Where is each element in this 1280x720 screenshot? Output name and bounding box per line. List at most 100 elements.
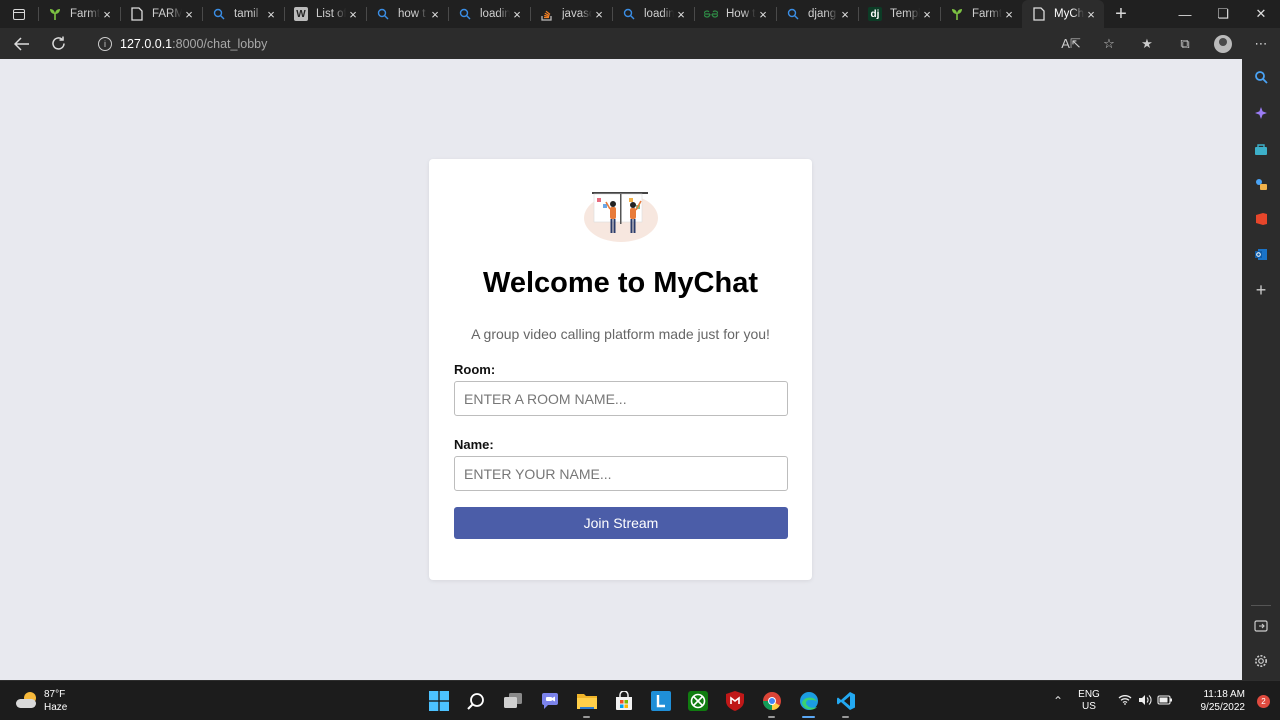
tab-title: javasc xyxy=(562,8,592,20)
tab-title: MyCh xyxy=(1054,8,1084,20)
page-title: Welcome to MyChat xyxy=(482,267,758,299)
xbox-icon[interactable] xyxy=(679,681,716,720)
close-tab-icon[interactable]: × xyxy=(592,7,606,22)
close-tab-icon[interactable]: × xyxy=(510,7,524,22)
close-tab-icon[interactable]: × xyxy=(1084,7,1098,22)
running-indicator xyxy=(583,716,590,718)
tab-strip: Farmt × FARM × tamil × W List of × how t… xyxy=(0,0,1280,28)
refresh-icon[interactable] xyxy=(40,28,76,59)
search-icon[interactable] xyxy=(1242,64,1280,90)
close-tab-icon[interactable]: × xyxy=(1002,7,1016,22)
close-tab-icon[interactable]: × xyxy=(838,7,852,22)
address-bar: i 127.0.0.1:8000/chat_lobby A⇱ ☆ ★ ⧉ ⋯ xyxy=(0,28,1280,59)
close-tab-icon[interactable]: × xyxy=(100,7,114,22)
tab-title: List of xyxy=(316,8,346,20)
tab-title: Templ xyxy=(890,8,920,20)
tab-4[interactable]: W List of × xyxy=(284,0,366,28)
weather-desc: Haze xyxy=(44,702,68,713)
tab-6[interactable]: loadin × xyxy=(448,0,530,28)
clock[interactable]: 11:18 AM 9/25/2022 xyxy=(1183,688,1246,714)
room-input[interactable] xyxy=(454,381,788,416)
name-input[interactable] xyxy=(454,456,788,491)
wifi-icon[interactable] xyxy=(1115,694,1135,708)
close-tab-icon[interactable]: × xyxy=(346,7,360,22)
tab-1[interactable]: Farmt × xyxy=(38,0,120,28)
read-aloud-icon[interactable]: A⇱ xyxy=(1052,28,1090,59)
lang-code: ENG xyxy=(1078,689,1100,700)
vscode-icon[interactable] xyxy=(827,681,864,720)
site-info-icon[interactable]: i xyxy=(98,36,112,51)
shopping-icon[interactable] xyxy=(1242,136,1280,162)
close-tab-icon[interactable]: × xyxy=(428,7,442,22)
profile-avatar[interactable] xyxy=(1214,34,1232,53)
sprout-icon xyxy=(950,7,964,21)
tab-12[interactable]: Farmt × xyxy=(940,0,1022,28)
taskbar-apps xyxy=(420,681,864,720)
outlook-icon[interactable] xyxy=(1242,241,1280,267)
tools-icon[interactable] xyxy=(1242,171,1280,197)
new-tab-button[interactable]: + xyxy=(1106,0,1136,28)
search-icon xyxy=(622,7,636,21)
page-icon xyxy=(130,7,144,21)
url-field[interactable]: i 127.0.0.1:8000/chat_lobby xyxy=(84,30,1120,57)
close-window-icon[interactable]: ✕ xyxy=(1242,0,1280,28)
favorites-icon[interactable]: ★ xyxy=(1128,28,1166,59)
window-controls: — ❏ ✕ xyxy=(1166,0,1280,28)
toolbar-actions: A⇱ ☆ ★ ⧉ ⋯ xyxy=(1052,28,1280,59)
close-tab-icon[interactable]: × xyxy=(756,7,770,22)
discover-icon[interactable] xyxy=(1242,100,1280,126)
system-tray: ⌃ ENG US 11:18 AM 9/25/2022 2 xyxy=(1045,681,1280,720)
running-indicator xyxy=(768,716,775,718)
tab-9[interactable]: How t × xyxy=(694,0,776,28)
tab-3[interactable]: tamil × xyxy=(202,0,284,28)
tab-7[interactable]: javasc × xyxy=(530,0,612,28)
show-hidden-icons-icon[interactable]: ⌃ xyxy=(1045,694,1071,708)
tab-5[interactable]: how t × xyxy=(366,0,448,28)
add-sidebar-app-icon[interactable]: + xyxy=(1242,277,1280,303)
tab-10[interactable]: djang × xyxy=(776,0,858,28)
more-options-icon[interactable]: ⋯ xyxy=(1242,28,1280,59)
weather-text: 87°F Haze xyxy=(44,688,67,714)
taskbar-search-icon[interactable] xyxy=(457,681,494,720)
weather-widget[interactable]: 87°F Haze xyxy=(16,688,67,714)
start-button[interactable] xyxy=(420,681,457,720)
mcafee-icon[interactable] xyxy=(716,681,753,720)
collections-icon[interactable]: ⧉ xyxy=(1166,28,1204,59)
windows-taskbar: 87°F Haze ⌃ ENG US 11:18 AM 9/25/2022 2 xyxy=(0,680,1280,720)
close-tab-icon[interactable]: × xyxy=(920,7,934,22)
back-arrow-icon[interactable] xyxy=(4,28,40,59)
video-call-illustration xyxy=(584,192,658,242)
tab-title: tamil xyxy=(234,8,259,20)
office-icon[interactable] xyxy=(1242,206,1280,232)
chrome-icon[interactable] xyxy=(753,681,790,720)
tab-8[interactable]: loadin × xyxy=(612,0,694,28)
restore-icon[interactable]: ❏ xyxy=(1204,0,1242,28)
close-tab-icon[interactable]: × xyxy=(264,7,278,22)
minimize-icon[interactable]: — xyxy=(1166,0,1204,28)
search-icon xyxy=(458,7,472,21)
tab-13-active[interactable]: MyCh × xyxy=(1022,0,1104,28)
join-stream-button[interactable]: Join Stream xyxy=(454,507,788,539)
running-indicator xyxy=(842,716,849,718)
settings-gear-icon[interactable] xyxy=(1242,648,1280,674)
task-view-icon[interactable] xyxy=(494,681,531,720)
clock-date: 9/25/2022 xyxy=(1200,702,1246,713)
notification-badge[interactable]: 2 xyxy=(1257,694,1270,708)
edge-icon[interactable] xyxy=(790,681,827,720)
l-app-icon[interactable] xyxy=(642,681,679,720)
close-tab-icon[interactable]: × xyxy=(674,7,688,22)
add-favorite-icon[interactable]: ☆ xyxy=(1090,28,1128,59)
tab-title: Farmt xyxy=(972,8,1002,20)
microsoft-store-icon[interactable] xyxy=(605,681,642,720)
input-language[interactable]: ENG US xyxy=(1071,689,1107,713)
battery-icon[interactable] xyxy=(1155,694,1175,708)
close-tab-icon[interactable]: × xyxy=(182,7,196,22)
weather-temp: 87°F xyxy=(44,689,66,700)
hide-sidebar-icon[interactable] xyxy=(1242,613,1280,639)
tab-2[interactable]: FARM × xyxy=(120,0,202,28)
teams-chat-icon[interactable] xyxy=(531,681,568,720)
tab-11[interactable]: dj Templ × xyxy=(858,0,940,28)
volume-icon[interactable] xyxy=(1135,694,1155,709)
file-explorer-icon[interactable] xyxy=(568,681,605,720)
tab-actions-icon[interactable] xyxy=(0,0,38,28)
